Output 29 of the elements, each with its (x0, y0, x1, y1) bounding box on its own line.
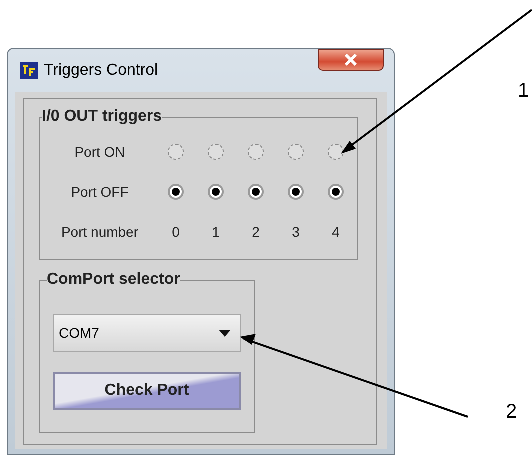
port-number: 4 (332, 222, 340, 242)
radio-button[interactable] (208, 144, 224, 160)
radio-button[interactable] (208, 184, 224, 200)
close-icon (344, 54, 358, 66)
row-label: Port number (60, 222, 140, 242)
radio-button[interactable] (248, 184, 264, 200)
row-label: Port OFF (70, 182, 130, 202)
port-number: 2 (252, 222, 260, 242)
radio-button[interactable] (288, 184, 304, 200)
radio-button[interactable] (328, 184, 344, 200)
radio-button[interactable] (168, 184, 184, 200)
row-label: Port ON (74, 142, 126, 162)
radio-button[interactable] (328, 144, 344, 160)
port-dropdown[interactable]: COM7 (53, 314, 241, 352)
group-title: ComPort selector (47, 270, 180, 290)
port-number: 1 (212, 222, 220, 242)
check-port-button[interactable]: Check Port (53, 372, 241, 410)
radio-button[interactable] (248, 144, 264, 160)
radio-button[interactable] (288, 144, 304, 160)
group-title: I/0 OUT triggers (42, 107, 162, 127)
callout-number: 1 (518, 79, 530, 104)
radio-button[interactable] (168, 144, 184, 160)
callout-number: 2 (506, 400, 518, 425)
close-button[interactable] (318, 48, 384, 70)
port-number: 3 (292, 222, 300, 242)
dropdown-arrow-icon (219, 330, 231, 336)
app-logo-icon (20, 62, 38, 79)
port-number: 0 (172, 222, 180, 242)
window-title: Triggers Control (44, 60, 158, 80)
